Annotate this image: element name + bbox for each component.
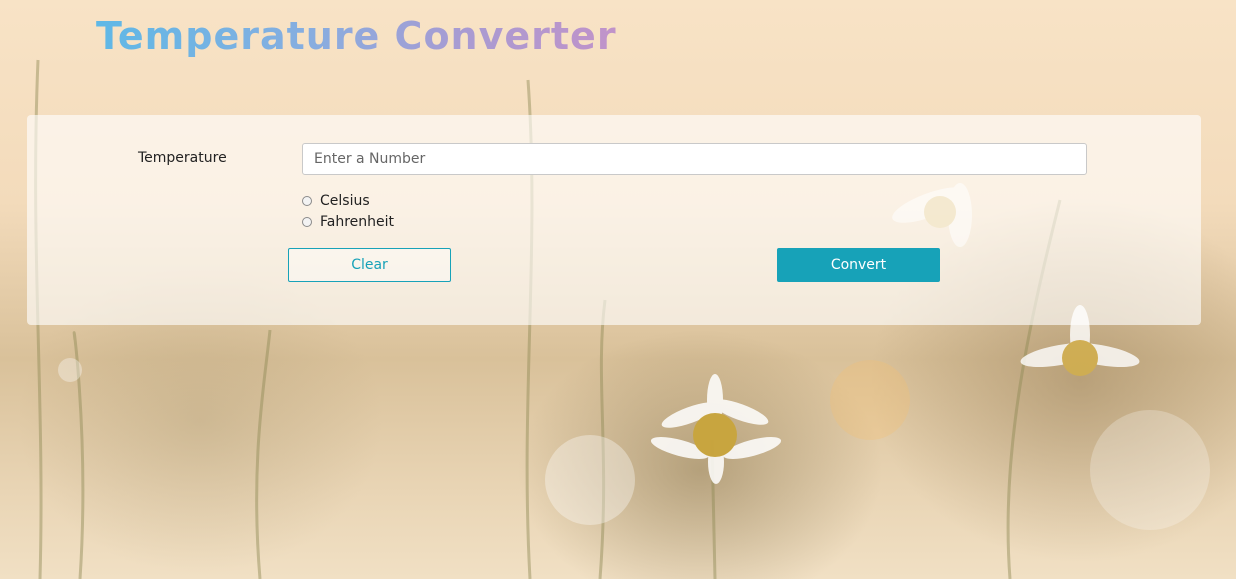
convert-button[interactable]: Convert — [777, 248, 940, 282]
fahrenheit-option[interactable]: Fahrenheit — [302, 214, 394, 230]
clear-button[interactable]: Clear — [288, 248, 451, 282]
celsius-option[interactable]: Celsius — [302, 193, 370, 209]
temperature-input[interactable] — [302, 143, 1087, 175]
fahrenheit-label: Fahrenheit — [320, 214, 395, 230]
celsius-label: Celsius — [320, 193, 370, 209]
daisy-flower — [650, 374, 782, 484]
temperature-label: Temperature — [138, 150, 227, 166]
celsius-radio[interactable] — [302, 196, 312, 206]
page-title: Temperature Converter — [96, 14, 617, 58]
converter-panel: Temperature Celsius Fahrenheit Clear Con… — [27, 115, 1201, 325]
fahrenheit-radio[interactable] — [302, 217, 312, 227]
